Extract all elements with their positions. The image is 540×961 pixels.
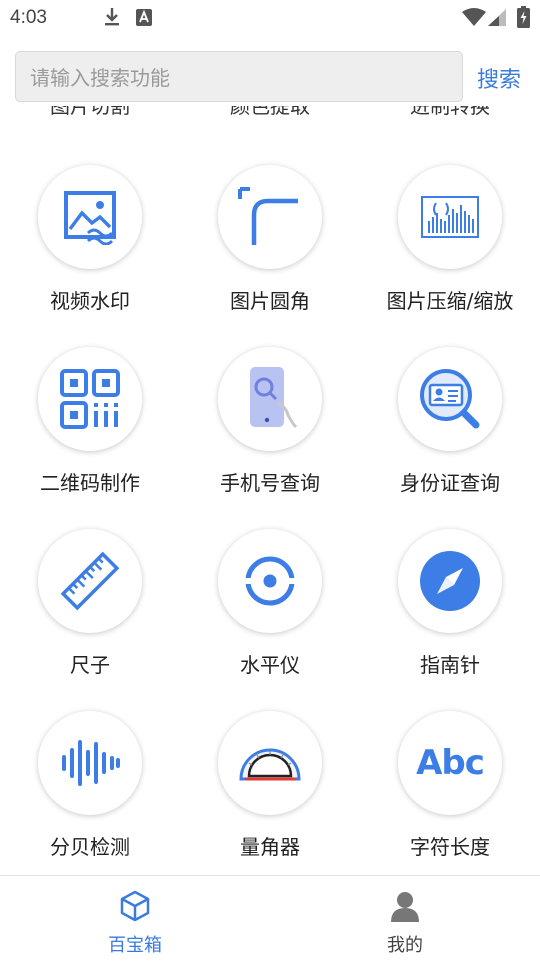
tool-label: 图片压缩/缩放 [386, 289, 514, 313]
tool-image-compress[interactable]: 图片压缩/缩放 [360, 165, 540, 347]
tool-circle[interactable]: Abc [398, 711, 502, 815]
tool-video-watermark[interactable]: 视频水印 [0, 165, 180, 347]
search-button[interactable]: 搜索 [477, 62, 521, 94]
nav-item-toolbox[interactable]: 百宝箱 [0, 876, 270, 961]
tool-label: 二维码制作 [40, 471, 140, 495]
tool-id-card-search[interactable]: 身份证查询 [360, 347, 540, 529]
box-icon [120, 890, 150, 922]
tool-label: 量角器 [240, 835, 300, 859]
tool-circle[interactable] [398, 165, 502, 269]
search-box[interactable] [15, 51, 463, 103]
tool-circle[interactable] [38, 711, 142, 815]
signal-icon [488, 9, 506, 26]
tool-label: 分贝检测 [50, 835, 130, 859]
tool-protractor[interactable]: 量角器 [180, 711, 360, 874]
protractor-icon [239, 748, 301, 781]
tool-decibel[interactable]: 分贝检测 [0, 711, 180, 874]
tool-ruler[interactable]: 尺子 [0, 529, 180, 711]
video-watermark-icon [64, 191, 116, 245]
tool-circle[interactable] [218, 165, 322, 269]
person-icon [391, 892, 419, 922]
tool-label: 水平仪 [240, 653, 300, 677]
level-icon [242, 556, 298, 606]
image-compress-icon [421, 196, 479, 238]
tool-label[interactable]: 图片切割 [0, 106, 180, 119]
battery-icon [517, 6, 530, 28]
tool-label[interactable]: 进制转换 [360, 106, 540, 119]
tool-circle[interactable] [398, 347, 502, 451]
status-bar: 4:03 [0, 0, 540, 36]
sound-wave-icon [62, 740, 120, 786]
tool-label: 指南针 [420, 653, 480, 677]
tool-text-length[interactable]: Abc 字符长度 [360, 711, 540, 874]
tool-label: 身份证查询 [400, 471, 500, 495]
nav-label: 百宝箱 [108, 935, 162, 956]
tool-circle[interactable] [38, 347, 142, 451]
nav-item-mine[interactable]: 我的 [270, 876, 540, 961]
wifi-icon [462, 8, 486, 26]
tool-label: 尺子 [70, 653, 110, 677]
search-input[interactable] [28, 52, 452, 103]
tool-circle[interactable] [218, 529, 322, 633]
tool-label: 图片圆角 [230, 289, 310, 313]
tool-grid[interactable]: 图片切割 颜色提取 进制转换 视频水印 图片圆角 图片压缩/缩放 二维码制作 手… [0, 106, 540, 874]
tool-circle[interactable] [38, 165, 142, 269]
tool-circle[interactable] [218, 711, 322, 815]
tool-phone-search[interactable]: 手机号查询 [180, 347, 360, 529]
qr-code-icon [60, 369, 120, 429]
tool-circle[interactable] [398, 529, 502, 633]
tool-circle[interactable] [218, 347, 322, 451]
compass-icon [420, 551, 480, 611]
status-time: 4:03 [10, 7, 47, 28]
tool-circle[interactable] [38, 529, 142, 633]
tool-compass[interactable]: 指南针 [360, 529, 540, 711]
nav-label: 我的 [387, 935, 423, 956]
rounded-corner-icon [238, 187, 298, 245]
bottom-nav: 百宝箱 我的 [0, 875, 540, 961]
id-card-search-icon [420, 369, 480, 429]
font-app-icon [136, 9, 152, 26]
tool-rounded-corner[interactable]: 图片圆角 [180, 165, 360, 347]
partial-row: 图片切割 颜色提取 进制转换 [0, 106, 540, 130]
tool-qr-code[interactable]: 二维码制作 [0, 347, 180, 529]
tool-level[interactable]: 水平仪 [180, 529, 360, 711]
tool-label: 手机号查询 [220, 471, 320, 495]
download-icon [105, 8, 119, 26]
tool-label: 视频水印 [50, 289, 130, 313]
tool-label[interactable]: 颜色提取 [180, 106, 360, 119]
text-length-icon: Abc [416, 743, 485, 783]
ruler-icon [60, 551, 120, 611]
tool-label: 字符长度 [410, 835, 490, 859]
phone-search-icon [250, 367, 298, 429]
